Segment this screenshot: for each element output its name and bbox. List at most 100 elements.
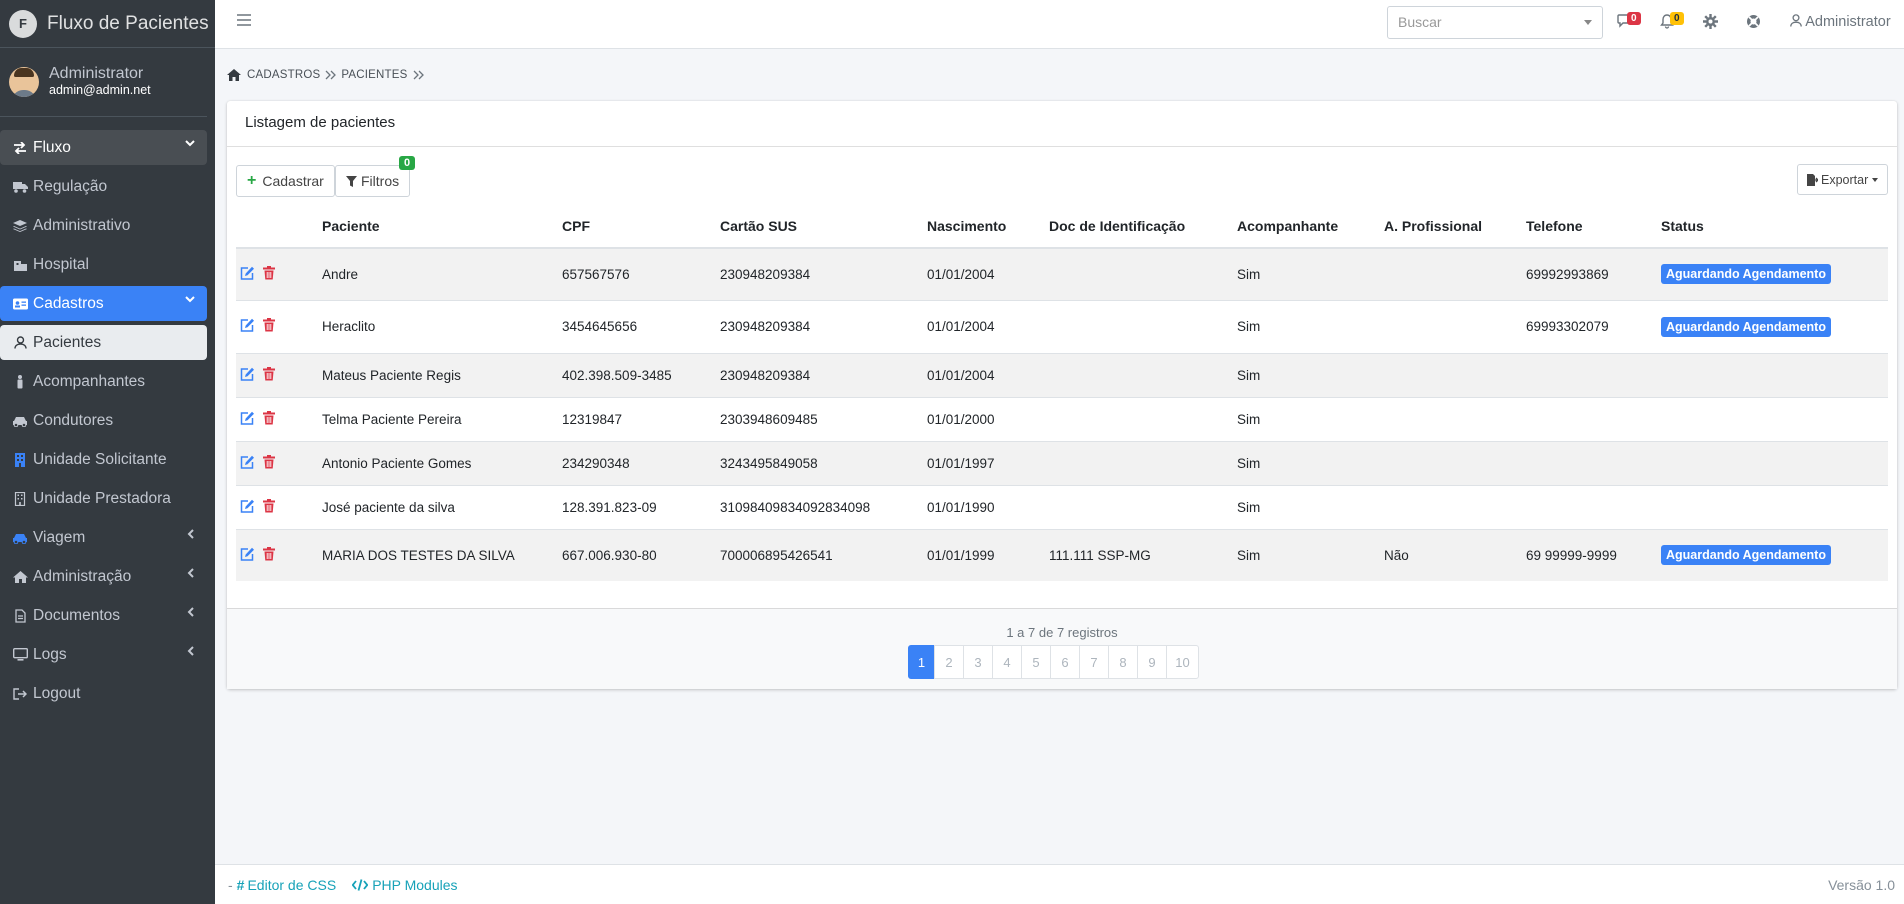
trash-icon[interactable] — [263, 410, 275, 425]
column-header[interactable]: Doc de Identificação — [1049, 205, 1237, 249]
status-badge: Aguardando Agendamento — [1661, 264, 1831, 285]
trash-icon[interactable] — [263, 366, 275, 381]
column-header[interactable]: Status — [1661, 205, 1888, 249]
column-header[interactable]: CPF — [562, 205, 720, 249]
table-cell: 667.006.930-80 — [562, 528, 720, 581]
column-header[interactable]: A. Profissional — [1384, 205, 1526, 249]
edit-icon[interactable] — [240, 455, 255, 469]
row-actions — [236, 396, 322, 441]
column-header[interactable]: Acompanhante — [1237, 205, 1384, 249]
table-cell: 01/01/1990 — [927, 484, 1049, 529]
hashtag-icon: # — [236, 876, 245, 893]
table-cell — [1384, 484, 1526, 529]
php-modules-link[interactable]: PHP Modules — [352, 877, 458, 893]
page-10-button[interactable]: 10 — [1166, 645, 1199, 679]
user-panel[interactable]: Administrator admin@admin.net — [0, 48, 207, 117]
export-button[interactable]: Exportar — [1797, 164, 1889, 195]
caret-down-icon — [1872, 177, 1879, 182]
avatar — [9, 67, 39, 97]
chevron-left-icon — [187, 607, 195, 617]
filters-count-badge: 0 — [399, 156, 416, 170]
column-header[interactable]: Cartão SUS — [720, 205, 927, 249]
table-cell: Antonio Paciente Gomes — [322, 440, 562, 485]
add-patient-button[interactable]: + Cadastrar — [236, 165, 335, 197]
table-cell: 230948209384 — [720, 299, 927, 353]
edit-icon[interactable] — [240, 547, 255, 561]
table-cell: 31098409834092834098 — [720, 484, 927, 529]
sidebar-item-cadastros[interactable]: Cadastros — [0, 286, 207, 321]
edit-icon[interactable] — [240, 266, 255, 280]
sidebar-item-administrativo[interactable]: Administrativo — [0, 208, 207, 243]
table-cell — [1049, 396, 1237, 441]
table-cell — [1049, 247, 1237, 300]
css-editor-link[interactable]: # Editor de CSS — [237, 877, 337, 893]
table-cell: Sim — [1237, 440, 1384, 485]
sidebar-item-logs[interactable]: Logs — [0, 637, 207, 672]
edit-icon[interactable] — [240, 318, 255, 332]
sidebar-item-pacientes[interactable]: Pacientes — [0, 325, 207, 360]
table-cell: Sim — [1237, 528, 1384, 581]
sidebar-item-fluxo[interactable]: Fluxo — [0, 130, 207, 165]
home-icon[interactable] — [227, 69, 241, 81]
user-name: Administrator — [49, 65, 144, 82]
table-cell: 700006895426541 — [720, 528, 927, 581]
sidebar-item-unidade-solicitante[interactable]: Unidade Solicitante — [0, 442, 207, 477]
edit-icon[interactable] — [240, 367, 255, 381]
table-cell: 128.391.823-09 — [562, 484, 720, 529]
filters-label: Filtros — [361, 173, 400, 189]
trash-icon[interactable] — [263, 546, 275, 561]
edit-icon[interactable] — [240, 411, 255, 425]
brand-link[interactable]: F Fluxo de Pacientes — [0, 0, 215, 48]
table-cell: Sim — [1237, 484, 1384, 529]
user-menu[interactable]: Administrator — [1790, 14, 1891, 30]
search-select[interactable]: Buscar — [1387, 6, 1603, 39]
gear-icon[interactable] — [1703, 14, 1718, 29]
page-5-button[interactable]: 5 — [1021, 645, 1051, 679]
sidebar-item-regulacao[interactable]: Regulação — [0, 169, 207, 204]
sidebar-item-hospital[interactable]: Hospital — [0, 247, 207, 282]
sidebar-item-condutores[interactable]: Condutores — [0, 403, 207, 438]
breadcrumb-cadastros[interactable]: CADASTROS — [247, 69, 320, 81]
page-9-button[interactable]: 9 — [1137, 645, 1167, 679]
life-ring-icon[interactable] — [1746, 14, 1761, 29]
page-3-button[interactable]: 3 — [963, 645, 993, 679]
messages-button[interactable]: 0 — [1617, 12, 1641, 28]
sidebar-item-unidade-prestadora[interactable]: Unidade Prestadora — [0, 481, 207, 516]
trash-icon[interactable] — [263, 265, 275, 280]
breadcrumb-pacientes[interactable]: PACIENTES — [341, 69, 407, 81]
sidebar-item-logout[interactable]: Logout — [0, 676, 207, 711]
brand-title: Fluxo de Pacientes — [47, 12, 209, 34]
column-header[interactable]: Nascimento — [927, 205, 1049, 249]
table-cell — [1526, 484, 1661, 529]
user-icon — [12, 336, 28, 349]
sidebar-item-documentos[interactable]: Documentos — [0, 598, 207, 633]
trash-icon[interactable] — [263, 498, 275, 513]
sidebar-item-acompanhantes[interactable]: Acompanhantes — [0, 364, 207, 399]
sidebar-item-viagem[interactable]: Viagem — [0, 520, 207, 555]
table-cell: Aguardando Agendamento — [1661, 299, 1888, 353]
table-cell: Aguardando Agendamento — [1661, 528, 1888, 581]
table-row: Heraclito 3454645656 230948209384 01/01/200… — [236, 299, 1888, 353]
actions-header — [236, 205, 322, 249]
pagination: 1 2 3 4 5 6 7 8 9 10 — [908, 645, 1199, 679]
page-4-button[interactable]: 4 — [992, 645, 1022, 679]
trash-icon[interactable] — [263, 318, 275, 332]
filters-button[interactable]: Filtros 0 — [335, 156, 416, 197]
edit-icon[interactable] — [240, 499, 255, 513]
notifications-button[interactable]: 0 — [1660, 12, 1684, 29]
hamburger-menu-icon[interactable] — [237, 14, 251, 26]
page-7-button[interactable]: 7 — [1079, 645, 1109, 679]
table-row: José paciente da silva 128.391.823-09 3109… — [236, 484, 1888, 529]
page-1-button[interactable]: 1 — [908, 645, 935, 679]
column-header[interactable]: Paciente — [322, 205, 562, 249]
column-header[interactable]: Telefone — [1526, 205, 1661, 249]
sidebar-item-administracao[interactable]: Administração — [0, 559, 207, 594]
sidebar-item-label: Condutores — [33, 411, 114, 429]
page-8-button[interactable]: 8 — [1108, 645, 1138, 679]
trash-icon[interactable] — [263, 454, 275, 469]
page-2-button[interactable]: 2 — [934, 645, 964, 679]
home-icon — [12, 570, 28, 583]
row-actions — [236, 247, 322, 300]
page-6-button[interactable]: 6 — [1050, 645, 1080, 679]
table-cell: José paciente da silva — [322, 484, 562, 529]
